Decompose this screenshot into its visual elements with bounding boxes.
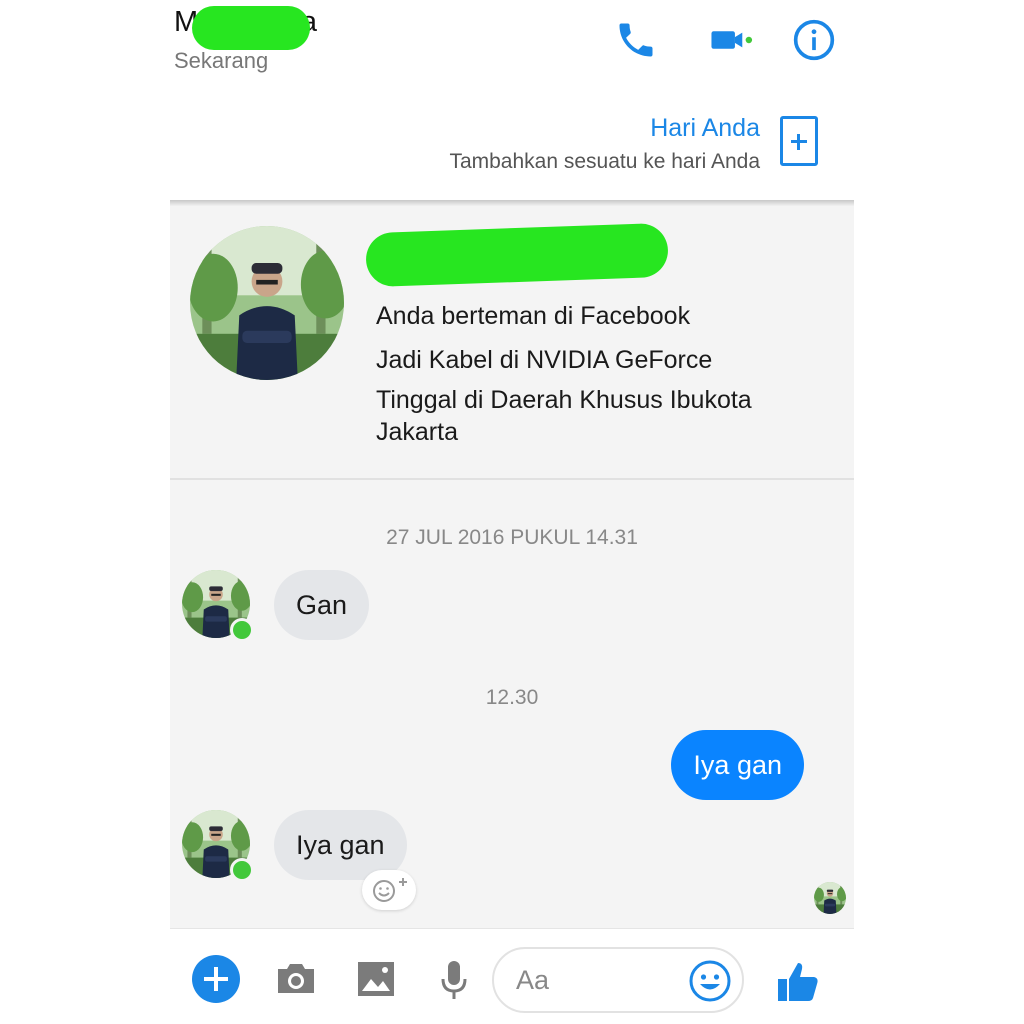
message-input-placeholder: Aa [516, 965, 550, 995]
camera-icon[interactable] [270, 953, 322, 1005]
active-status: Sekarang [174, 48, 269, 73]
image-icon[interactable] [350, 953, 402, 1005]
your-day-title[interactable]: Hari Anda [650, 114, 760, 143]
emoji-icon[interactable] [688, 959, 732, 1003]
chat-area: Anda berteman di Facebook Jadi Kabel di … [170, 206, 854, 928]
messenger-screen: M na Sekarang Hari Anda Tambahkan sesuat… [170, 0, 854, 1024]
outgoing-message[interactable]: Iya gan [671, 730, 804, 800]
add-story-icon[interactable] [780, 116, 818, 166]
info-icon[interactable] [792, 18, 836, 62]
profile-card: Anda berteman di Facebook Jadi Kabel di … [170, 206, 854, 480]
message-timestamp: 27 JUL 2016 PUKUL 14.31 [386, 526, 638, 549]
location-info: Tinggal di Daerah Khusus Ibukota Jakarta [376, 386, 752, 446]
seen-avatar [814, 882, 846, 914]
video-call-icon[interactable] [710, 18, 754, 62]
online-indicator [230, 858, 254, 882]
profile-name-redaction-mark [365, 222, 669, 288]
microphone-icon[interactable] [428, 953, 480, 1005]
message-timestamp: 12.30 [485, 686, 539, 709]
online-indicator [230, 618, 254, 642]
incoming-message[interactable]: Gan [274, 570, 370, 640]
conversation-header: M na Sekarang [170, 0, 854, 88]
friendship-info: Anda berteman di Facebook [376, 302, 691, 330]
work-info: Jadi Kabel di NVIDIA GeForce [376, 346, 713, 374]
phone-icon[interactable] [614, 18, 658, 62]
your-day-subtitle: Tambahkan sesuatu ke hari Anda [449, 150, 760, 173]
profile-avatar[interactable] [190, 226, 344, 380]
your-day-section[interactable]: Hari Anda Tambahkan sesuatu ke hari Anda [170, 88, 854, 200]
add-reaction-icon[interactable] [362, 870, 416, 910]
thumbs-up-icon[interactable] [774, 957, 822, 1005]
name-redaction-mark [192, 6, 310, 50]
plus-icon[interactable] [190, 953, 242, 1005]
message-composer: Aa [170, 928, 854, 1024]
